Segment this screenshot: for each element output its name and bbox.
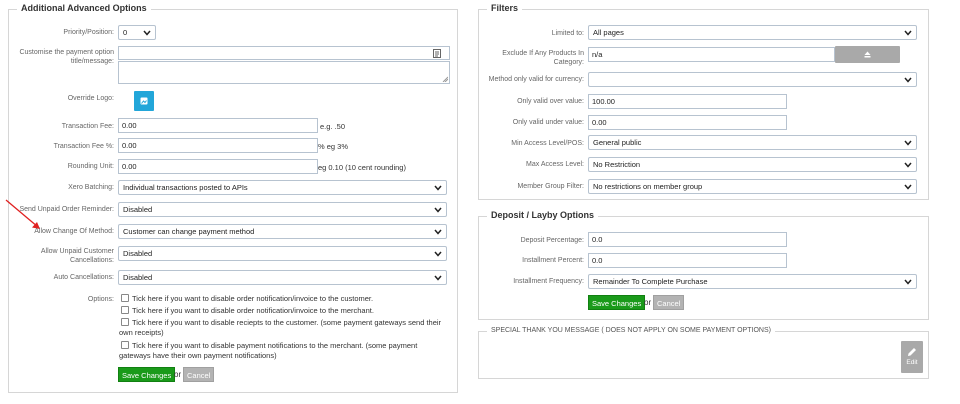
- advanced-options-legend: Additional Advanced Options: [17, 3, 151, 13]
- rounding-label: Rounding Unit:: [67, 163, 114, 170]
- pencil-icon: [908, 348, 916, 356]
- override-logo-label: Override Logo:: [67, 95, 114, 102]
- auto-cancel-value: Disabled: [123, 273, 153, 282]
- xero-label: Xero Batching:: [68, 184, 114, 191]
- deposit-or-text: or: [644, 298, 652, 307]
- chevron-down-icon: [434, 185, 442, 191]
- priority-label: Priority/Position:: [63, 29, 114, 36]
- priority-value: 0: [123, 28, 128, 37]
- max-access-label: Max Access Level:: [526, 161, 584, 168]
- max-access-value: No Restriction: [593, 160, 641, 169]
- transaction-fee-input[interactable]: 0.00: [118, 118, 318, 133]
- option-text-value: Tick here if you want to disable reciept…: [119, 318, 442, 337]
- xero-value: Individual transactions posted to APIs: [123, 183, 248, 192]
- chevron-down-icon: [904, 184, 912, 190]
- option-text: Tick here if you want to disable reciept…: [119, 318, 451, 338]
- option-checkbox[interactable]: [121, 306, 129, 314]
- deposit-save-button[interactable]: Save Changes: [588, 295, 646, 310]
- auto-cancel-select[interactable]: Disabled: [118, 270, 447, 285]
- text-format-icon[interactable]: [433, 49, 441, 58]
- override-logo-button[interactable]: [134, 91, 154, 111]
- category-upload-button[interactable]: [835, 46, 900, 63]
- save-changes-button[interactable]: Save Changes: [118, 367, 176, 382]
- member-group-value: No restrictions on member group: [593, 182, 703, 191]
- chevron-down-icon: [904, 77, 912, 83]
- options-label: Options:: [87, 296, 114, 303]
- limited-to-select[interactable]: All pages: [588, 25, 917, 40]
- under-value-input[interactable]: 0.00: [588, 115, 787, 130]
- member-group-label: Member Group Filter:: [517, 183, 584, 190]
- max-access-select[interactable]: No Restriction: [588, 157, 917, 172]
- chevron-down-icon: [904, 279, 912, 285]
- option-text: Tick here if you want to disable payment…: [119, 341, 439, 361]
- deposit-cancel-button[interactable]: Cancel: [653, 295, 685, 310]
- option-checkbox[interactable]: [121, 294, 129, 302]
- cancel-button[interactable]: Cancel: [183, 367, 215, 382]
- min-access-select[interactable]: General public: [588, 135, 917, 150]
- limited-to-value: All pages: [593, 28, 624, 37]
- currency-select[interactable]: [588, 72, 917, 87]
- chevron-down-icon: [434, 275, 442, 281]
- customise-title-input[interactable]: [118, 46, 450, 60]
- chevron-down-icon: [143, 30, 151, 36]
- unpaid-cancel-label: Allow Unpaid Customer Cancellations:: [40, 248, 114, 264]
- transaction-fee-hint: e.g. .50: [320, 122, 346, 131]
- auto-cancel-label: Auto Cancellations:: [53, 274, 114, 281]
- or-text: or: [174, 370, 182, 379]
- over-value-label: Only valid over value:: [517, 98, 584, 105]
- transaction-fee-pct-input[interactable]: 0.00: [118, 138, 318, 153]
- option-text: Tick here if you want to disable order n…: [132, 306, 374, 315]
- chevron-down-icon: [434, 207, 442, 213]
- transaction-fee-pct-label: Transaction Fee %:: [53, 143, 114, 150]
- allow-change-select[interactable]: Customer can change payment method: [118, 224, 447, 239]
- deposit-pct-label: Deposit Percentage:: [520, 237, 584, 244]
- allow-change-label: Allow Change Of Method:: [34, 228, 114, 235]
- installment-frequency-value: Remainder To Complete Purchase: [593, 277, 708, 286]
- allow-change-value: Customer can change payment method: [123, 227, 255, 236]
- installment-pct-input[interactable]: 0.0: [588, 253, 787, 268]
- image-icon: [140, 97, 148, 105]
- transaction-fee-pct-hint: % eg 3%: [318, 142, 349, 151]
- unpaid-cancel-select[interactable]: Disabled: [118, 246, 447, 261]
- edit-message-button[interactable]: Edit: [901, 341, 923, 373]
- installment-frequency-select[interactable]: Remainder To Complete Purchase: [588, 274, 917, 289]
- currency-label: Method only valid for currency:: [488, 76, 584, 83]
- unpaid-reminder-value: Disabled: [123, 205, 153, 214]
- option-text: Tick here if you want to disable order n…: [132, 294, 374, 303]
- rounding-input[interactable]: 0.00: [118, 159, 318, 174]
- under-value-label: Only valid under value:: [512, 119, 584, 126]
- unpaid-reminder-select[interactable]: Disabled: [118, 202, 447, 217]
- filters-legend: Filters: [487, 3, 523, 13]
- limited-to-label: Limited to:: [551, 30, 584, 37]
- unpaid-cancel-value: Disabled: [123, 249, 153, 258]
- thankyou-legend: SPECIAL THANK YOU MESSAGE ( DOES NOT APP…: [487, 327, 775, 334]
- deposit-pct-input[interactable]: 0.0: [588, 232, 787, 247]
- transaction-fee-label: Transaction Fee:: [61, 123, 114, 130]
- rounding-hint: eg 0.10 (10 cent rounding): [318, 163, 406, 172]
- edit-label: Edit: [906, 359, 918, 366]
- exclude-category-label: Exclude If Any Products In Category:: [502, 50, 584, 66]
- priority-select[interactable]: 0: [118, 25, 156, 40]
- chevron-down-icon: [904, 140, 912, 146]
- xero-select[interactable]: Individual transactions posted to APIs: [118, 180, 447, 195]
- min-access-label: Min Access Level/POS:: [511, 140, 584, 147]
- thankyou-panel: SPECIAL THANK YOU MESSAGE ( DOES NOT APP…: [478, 327, 929, 379]
- installment-frequency-label: Installment Frequency:: [513, 278, 584, 285]
- over-value-input[interactable]: 100.00: [588, 94, 787, 109]
- customise-message-textarea[interactable]: [118, 61, 450, 84]
- installment-pct-label: Installment Percent:: [522, 257, 584, 264]
- customise-label: Customise the payment option title/messa…: [19, 49, 114, 65]
- upload-icon: [864, 51, 871, 58]
- chevron-down-icon: [434, 229, 442, 235]
- chevron-down-icon: [904, 30, 912, 36]
- resize-handle-icon[interactable]: [442, 76, 448, 82]
- option-text-value: Tick here if you want to disable payment…: [119, 341, 418, 360]
- chevron-down-icon: [434, 251, 442, 257]
- min-access-value: General public: [593, 138, 642, 147]
- deposit-legend: Deposit / Layby Options: [487, 210, 599, 220]
- member-group-select[interactable]: No restrictions on member group: [588, 179, 917, 194]
- exclude-category-input[interactable]: n/a: [588, 47, 835, 62]
- chevron-down-icon: [904, 162, 912, 168]
